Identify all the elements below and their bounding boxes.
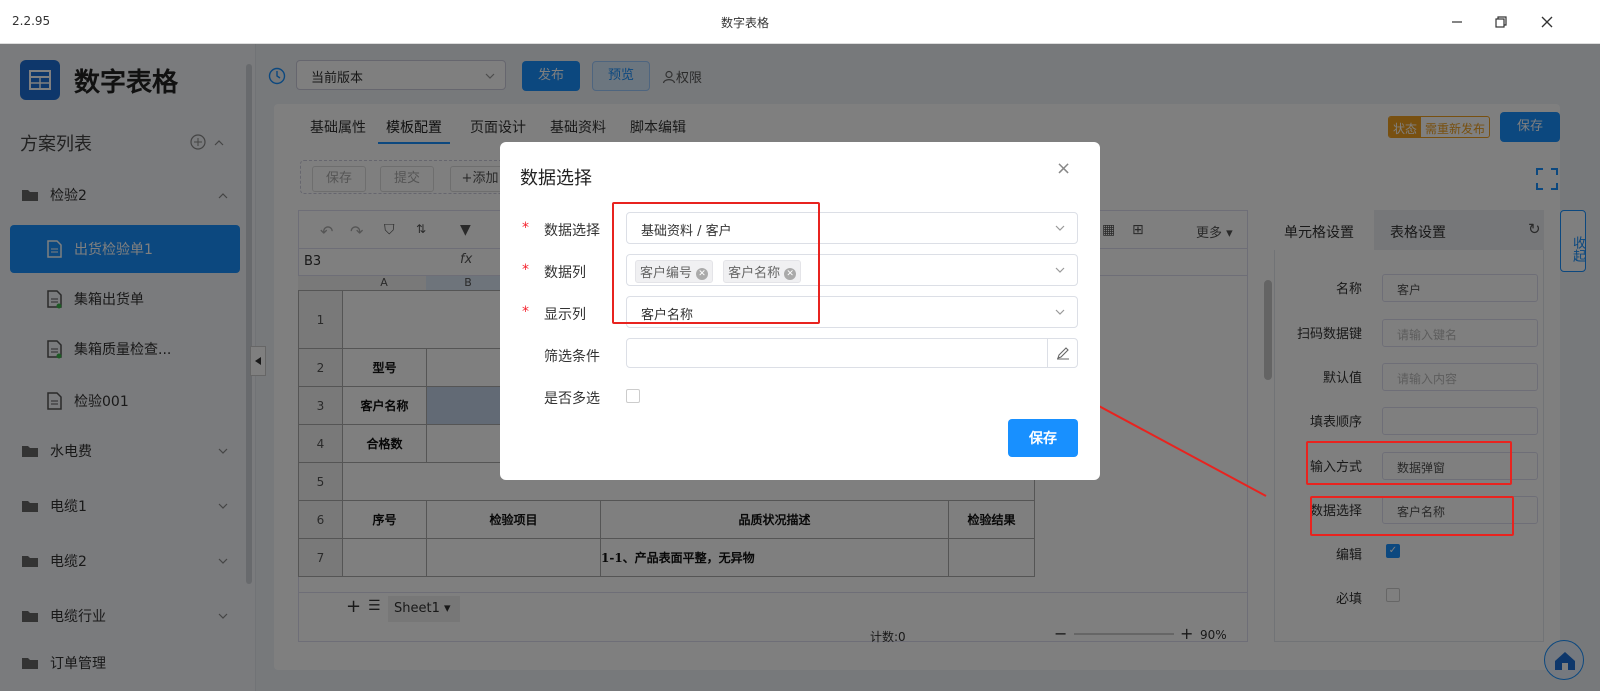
modal-save-button[interactable]: 保存 [1008, 419, 1078, 457]
minimize-icon [1452, 21, 1462, 23]
data-columns-label: 数据列 [544, 265, 586, 281]
annotation-arrow-icon [1082, 394, 1267, 497]
filter-condition-label: 筛选条件 [544, 349, 600, 365]
chevron-down-icon [1055, 267, 1065, 273]
restore-icon [1495, 16, 1507, 28]
data-select-modal: 数据选择 × * 数据选择 基础资料 / 客户 * 数据列 客户编号 ✕ 客户名称… [500, 142, 1100, 480]
chevron-down-icon [1055, 225, 1065, 231]
restore-button[interactable] [1486, 8, 1516, 36]
close-icon [1541, 16, 1553, 28]
annotation-box-input-method [1306, 441, 1512, 485]
required-asterisk: * [522, 220, 529, 236]
multi-select-label: 是否多选 [544, 391, 600, 407]
chevron-down-icon [1055, 309, 1065, 315]
window-title: 数字表格 [720, 16, 769, 30]
display-column-label: 显示列 [544, 307, 586, 323]
edit-filter-button[interactable] [1047, 339, 1077, 367]
modal-close-button[interactable]: × [1056, 158, 1071, 179]
annotation-box-data-select [1310, 496, 1514, 536]
multi-select-checkbox[interactable] [626, 389, 640, 403]
annotation-box-modal-fields [612, 202, 820, 324]
pencil-icon [1056, 347, 1069, 360]
required-asterisk: * [522, 262, 529, 278]
close-window-button[interactable] [1532, 8, 1562, 36]
minimize-button[interactable] [1442, 8, 1472, 36]
data-select-field-label: 数据选择 [544, 223, 600, 239]
required-asterisk: * [522, 304, 529, 320]
modal-title: 数据选择 [520, 168, 592, 189]
filter-condition-input[interactable] [626, 338, 1078, 368]
title-bar: 2.2.95 数字表格 [0, 0, 1600, 44]
